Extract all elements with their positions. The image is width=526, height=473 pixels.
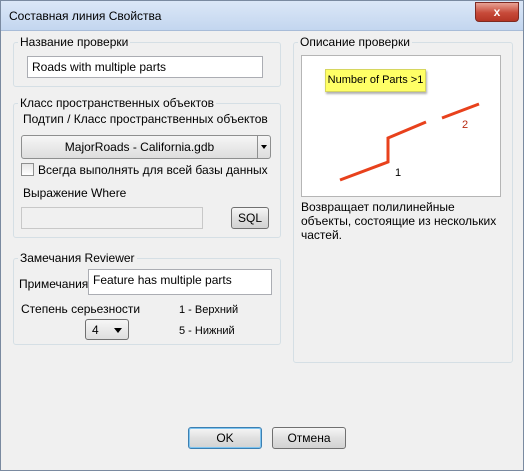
cancel-button[interactable]: Отмена xyxy=(272,427,346,449)
check-description-legend: Описание проверки xyxy=(300,35,410,49)
check-name-input[interactable]: Roads with multiple parts xyxy=(27,56,263,78)
notes-input[interactable]: Feature has multiple parts xyxy=(88,269,272,295)
sql-button[interactable]: SQL xyxy=(231,207,269,229)
feature-class-dropdown-button[interactable] xyxy=(257,135,271,159)
polyline-part-1 xyxy=(339,120,427,182)
chevron-down-icon xyxy=(114,328,122,333)
severity-low-label: 5 - Нижний xyxy=(179,325,235,337)
part-1-label: 1 xyxy=(395,167,401,179)
severity-select[interactable]: 4 xyxy=(85,319,129,340)
notes-label: Примечания xyxy=(19,277,89,291)
close-button[interactable]: x xyxy=(475,2,519,22)
always-run-checkbox[interactable] xyxy=(21,163,34,176)
check-description-text: Возвращает полилинейные объекты, состоящ… xyxy=(301,200,497,242)
check-name-legend: Название проверки xyxy=(20,35,129,49)
chevron-down-icon xyxy=(261,145,267,149)
polyline-part-2 xyxy=(441,102,480,120)
window-title: Составная линия Свойства xyxy=(9,9,162,23)
severity-label: Степень серьезности xyxy=(21,302,141,316)
description-illustration: Number of Parts >1 1 2 xyxy=(301,55,501,197)
always-run-label: Всегда выполнять для всей базы данных xyxy=(38,163,268,177)
ok-button[interactable]: OK xyxy=(188,427,262,449)
reviewer-remarks-group: Замечания Reviewer xyxy=(13,251,281,345)
title-bar[interactable]: Составная линия Свойства x xyxy=(1,1,523,31)
severity-high-label: 1 - Верхний xyxy=(179,304,239,316)
polyline-parts-drawing: 1 2 xyxy=(339,102,480,182)
part-2-label: 2 xyxy=(462,119,468,131)
where-input[interactable] xyxy=(21,207,203,229)
severity-value: 4 xyxy=(92,323,99,337)
reviewer-remarks-legend: Замечания Reviewer xyxy=(20,251,135,265)
properties-dialog: Составная линия Свойства x Название пров… xyxy=(0,0,524,471)
feature-class-combo[interactable]: MajorRoads - California.gdb xyxy=(21,135,258,159)
where-label: Выражение Where xyxy=(23,186,127,200)
feature-class-legend: Класс пространственных объектов xyxy=(20,96,215,110)
subtype-label: Подтип / Класс пространственных объектов xyxy=(23,112,268,126)
